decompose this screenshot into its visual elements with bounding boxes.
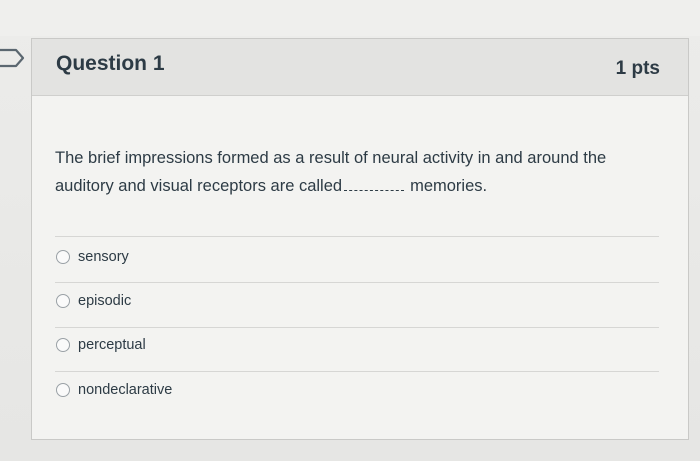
quiz-page: Question 1 1 pts The brief impressions f… — [0, 0, 700, 461]
question-text-before: The brief impressions formed as a result… — [55, 149, 607, 195]
answer-option[interactable]: sensory — [56, 249, 129, 265]
fill-in-blank — [344, 176, 405, 191]
radio-button-icon[interactable] — [56, 338, 70, 352]
answer-label: perceptual — [78, 337, 146, 353]
radio-button-icon[interactable] — [56, 294, 70, 308]
radio-button-icon[interactable] — [56, 250, 70, 264]
question-header: Question 1 1 pts — [32, 39, 688, 96]
question-title: Question 1 — [56, 52, 165, 75]
answer-label: episodic — [78, 293, 132, 309]
answer-option[interactable]: episodic — [56, 293, 131, 309]
question-text-after: memories. — [410, 177, 488, 195]
top-strip — [0, 0, 700, 36]
answer-option[interactable]: perceptual — [56, 337, 146, 353]
radio-button-icon[interactable] — [56, 383, 70, 397]
divider — [55, 371, 659, 372]
divider — [55, 282, 659, 283]
question-card: Question 1 1 pts The brief impressions f… — [31, 38, 689, 440]
flag-question-icon[interactable] — [0, 48, 26, 68]
answer-label: nondeclarative — [78, 382, 173, 398]
answer-label: sensory — [78, 249, 129, 265]
question-text: The brief impressions formed as a result… — [55, 144, 665, 200]
divider — [55, 327, 659, 328]
question-points: 1 pts — [615, 58, 660, 79]
answer-option[interactable]: nondeclarative — [56, 382, 172, 398]
divider — [55, 236, 659, 237]
